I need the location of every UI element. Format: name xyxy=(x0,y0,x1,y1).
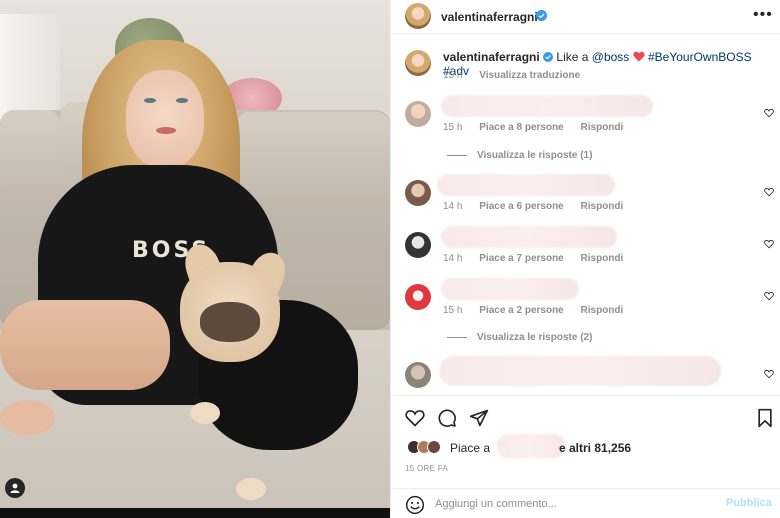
verified-badge-icon xyxy=(543,52,554,62)
photo-leg xyxy=(0,300,170,390)
comment-avatar[interactable] xyxy=(405,232,431,258)
translate-link[interactable]: Visualizza traduzione xyxy=(479,70,580,81)
post-actions xyxy=(391,395,780,435)
heart-outline-icon[interactable] xyxy=(764,291,774,301)
post-panel: valentinaferragni ••• valentinaferragni … xyxy=(390,0,780,518)
more-icon[interactable]: ••• xyxy=(753,6,773,24)
reply-link[interactable]: Rispondi xyxy=(581,305,624,316)
heart-outline-icon[interactable] xyxy=(764,239,774,249)
comment-time: 15 h xyxy=(443,122,463,133)
post-timestamp: 15 ORE FA xyxy=(405,464,449,473)
heart-outline-icon[interactable] xyxy=(764,108,774,118)
comment-time: 15 h xyxy=(443,305,463,316)
view-replies-link[interactable]: Visualizza le risposte (2) xyxy=(447,332,592,343)
comment-likes[interactable]: Piace a 7 persone xyxy=(479,253,564,264)
liker-name-redacted xyxy=(497,434,565,458)
comment-likes[interactable]: Piace a 2 persone xyxy=(479,305,564,316)
emoji-icon[interactable] xyxy=(405,495,425,515)
view-replies-label: Visualizza le risposte (2) xyxy=(477,332,593,343)
reply-link[interactable]: Rispondi xyxy=(581,122,624,133)
comment-input[interactable] xyxy=(435,496,715,512)
comment-text-redacted xyxy=(441,95,653,117)
replies-divider xyxy=(447,154,467,156)
reply-link[interactable]: Rispondi xyxy=(581,253,624,264)
replies-divider xyxy=(447,336,467,338)
post-photo[interactable]: BOSS xyxy=(0,0,390,518)
comment-avatar[interactable] xyxy=(405,284,431,310)
caption-text: Like a xyxy=(556,50,589,64)
caption-avatar[interactable] xyxy=(405,50,431,76)
caption-username[interactable]: valentinaferragni xyxy=(443,50,540,64)
comment-likes[interactable]: Piace a 8 persone xyxy=(479,122,564,133)
photo-eye-left xyxy=(144,98,156,103)
caption-mention[interactable]: @boss xyxy=(592,50,630,64)
comment-text-redacted xyxy=(439,356,721,386)
comment-time: 14 h xyxy=(443,201,463,212)
likes-prefix: Piace a xyxy=(450,441,491,455)
heart-outline-icon[interactable] xyxy=(764,369,774,379)
author-avatar[interactable] xyxy=(405,3,431,29)
post-header: valentinaferragni ••• xyxy=(391,0,780,34)
caption-meta: 15 h Visualizza traduzione xyxy=(443,70,580,81)
photo-face xyxy=(126,70,204,168)
verified-badge-icon xyxy=(536,10,547,21)
comment-composer: Pubblica xyxy=(391,488,780,518)
comment-avatar[interactable] xyxy=(405,180,431,206)
photo-lips xyxy=(156,127,176,134)
comment-avatar[interactable] xyxy=(405,362,431,388)
likes-others[interactable]: e altri 81,256 xyxy=(559,441,631,455)
bookmark-icon[interactable] xyxy=(755,408,775,428)
view-replies-label: Visualizza le risposte (1) xyxy=(477,150,593,161)
photo-cushion-left xyxy=(0,110,60,200)
photo-dog-paw-left xyxy=(190,402,220,424)
liker-avatar xyxy=(427,440,441,454)
comment-meta: 14 h Piace a 7 persone Rispondi xyxy=(443,253,623,264)
heart-outline-icon[interactable] xyxy=(764,187,774,197)
comment-meta: 14 h Piace a 6 persone Rispondi xyxy=(443,201,623,212)
heart-outline-icon[interactable] xyxy=(405,408,425,428)
publish-button[interactable]: Pubblica xyxy=(726,497,772,509)
comment-meta: 15 h Piace a 8 persone Rispondi xyxy=(443,122,623,133)
caption-time: 15 h xyxy=(443,70,463,81)
user-tag-icon[interactable] xyxy=(5,478,25,498)
comment-text-redacted xyxy=(441,226,617,248)
photo-eye-right xyxy=(176,98,188,103)
comment-avatar[interactable] xyxy=(405,101,431,127)
comment-text-redacted xyxy=(437,174,615,196)
comment-text-redacted xyxy=(441,278,579,300)
comment-time: 14 h xyxy=(443,253,463,264)
red-heart-emoji-icon xyxy=(633,51,645,62)
share-icon[interactable] xyxy=(469,408,489,428)
photo-dog-snout xyxy=(200,302,260,342)
photo-dog-paw-right xyxy=(236,478,266,500)
view-replies-link[interactable]: Visualizza le risposte (1) xyxy=(447,150,592,161)
reply-link[interactable]: Rispondi xyxy=(581,201,624,212)
caption-hashtag-beyourownboss[interactable]: #BeYourOwnBOSS xyxy=(648,50,752,64)
photo-cushion-right xyxy=(236,112,390,204)
comment-icon[interactable] xyxy=(437,408,457,428)
photo-scene: BOSS xyxy=(0,0,390,508)
photo-hand xyxy=(0,400,55,436)
comment-likes[interactable]: Piace a 6 persone xyxy=(479,201,564,212)
comment-meta: 15 h Piace a 2 persone Rispondi xyxy=(443,305,623,316)
user-tag-glyph xyxy=(10,483,20,493)
author-username[interactable]: valentinaferragni xyxy=(441,10,538,24)
